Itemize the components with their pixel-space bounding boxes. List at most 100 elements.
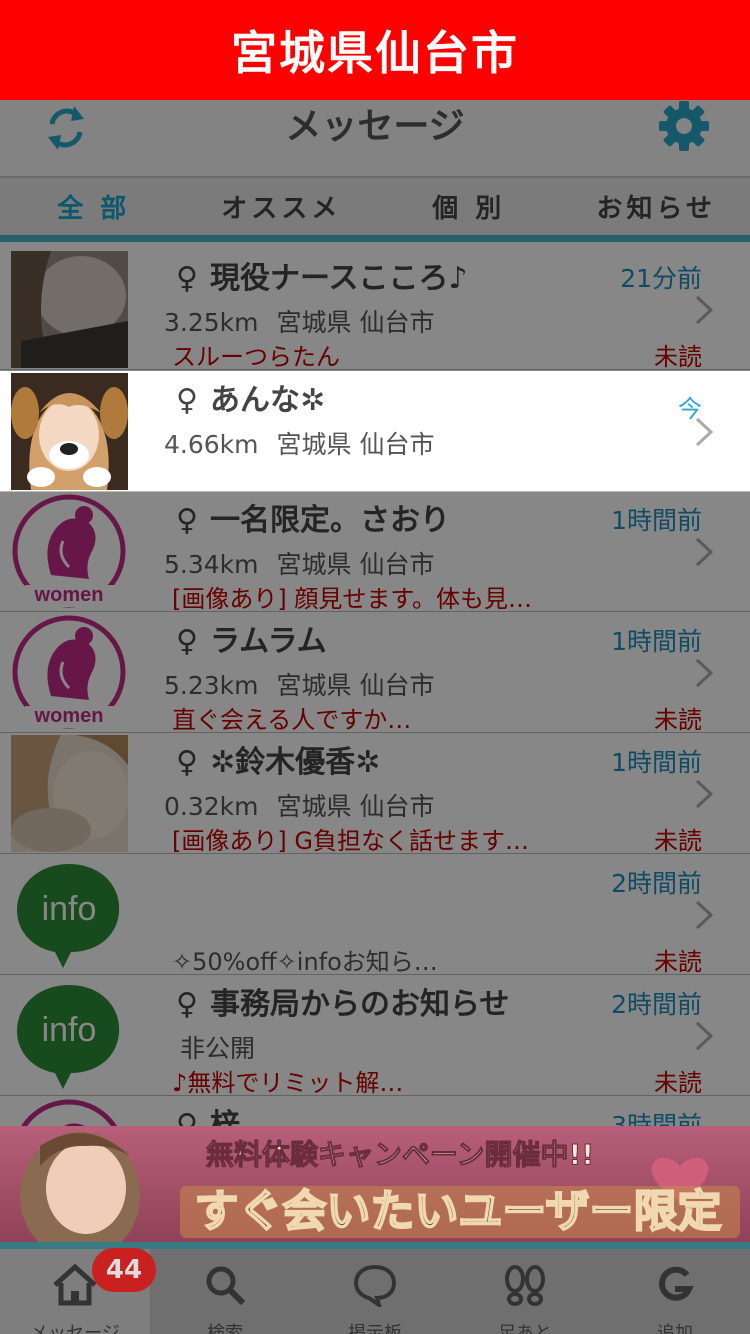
user-photo-avatar: [11, 251, 128, 368]
tab-label: 足あと: [498, 1323, 552, 1334]
sender-name-text: 梓: [209, 1108, 240, 1126]
women-label: women: [34, 584, 104, 606]
chevron-right-icon: [695, 417, 714, 447]
chevron-right-icon: [695, 779, 714, 809]
chevron-right-icon: [695, 295, 714, 325]
info-label: info: [42, 890, 97, 928]
distance: 4.66km: [164, 430, 259, 459]
sender-name-text: 一名限定。さおり: [209, 503, 450, 538]
distance: 5.34km: [164, 550, 259, 579]
message-row[interactable]: women ♀ 一名限定。さおり 5.34km 宮城県 仙台市 [画像あり] 顔見せ…: [0, 491, 750, 613]
message-preview: 直ぐ会える人ですか…: [172, 706, 412, 734]
user-photo-avatar: [11, 735, 128, 852]
location-text: 宮城県 仙台市: [276, 671, 435, 700]
unread-badge: 未読: [654, 1069, 702, 1097]
tab-individual[interactable]: 個 別: [375, 178, 563, 235]
avatar: info: [11, 977, 128, 1094]
message-preview: [画像あり] 顔見せます。体も見…: [172, 585, 532, 613]
message-row[interactable]: info ♀ 事務局からのお知らせ 非公開 ♪無料でリミット解… 2時間前 未読: [0, 975, 750, 1097]
avatar: women: [11, 493, 128, 610]
women-default-avatar: [11, 1098, 128, 1126]
sender-name-text: 事務局からのお知らせ: [209, 987, 510, 1022]
tab-all[interactable]: 全 部: [0, 178, 188, 235]
search-icon: [206, 1266, 246, 1306]
nav-header: メッセージ: [0, 100, 750, 178]
g-icon: [659, 1266, 694, 1301]
unread-badge: 未読: [654, 948, 702, 976]
speech-bubble-icon: [353, 1264, 397, 1307]
tab-footprints[interactable]: 足あと: [450, 1249, 600, 1334]
message-time: 1時間前: [611, 627, 702, 656]
ad-image: 無料体験キャンペーン開催中!! すぐ会いたいユーザー限定: [0, 1126, 750, 1242]
tab-label: メッセージ: [30, 1323, 120, 1334]
unread-badge: 未読: [654, 827, 702, 855]
tab-label: 掲示板: [348, 1323, 402, 1334]
unread-count-badge: 44: [92, 1248, 156, 1292]
female-icon: ♀: [176, 624, 198, 659]
location-text: 宮城県 仙台市: [276, 792, 435, 821]
message-preview: [画像あり] G負担なく話せます…: [172, 827, 529, 855]
women-default-avatar: women: [11, 493, 128, 610]
message-row[interactable]: women ♀ ラムラム 5.23km 宮城県 仙台市 直ぐ会える人ですか… 1時間…: [0, 612, 750, 734]
chevron-right-icon: [695, 658, 714, 688]
sender-name: ♀ あんな✲: [176, 375, 325, 419]
sender-name: ♀ 梓: [176, 1100, 240, 1126]
gear-icon[interactable]: [656, 98, 712, 154]
user-photo-avatar: [11, 373, 128, 490]
unread-badge: 未読: [654, 343, 702, 371]
sender-location: 5.34km 宮城県 仙台市: [164, 545, 434, 581]
highlighted-message-row[interactable]: ♀ あんな✲ 4.66km 宮城県 仙台市 今: [0, 371, 750, 492]
campaign-ad-banner[interactable]: 無料体験キャンペーン開催中!! すぐ会いたいユーザー限定: [0, 1126, 750, 1242]
distance: 0.32km: [164, 792, 259, 821]
tab-search[interactable]: 検索: [150, 1249, 300, 1334]
messages-screen: メッセージ 全 部 オススメ 個 別 お知らせ ♀ 現役ナースこころ♪ 3.25…: [0, 100, 750, 1334]
tab-label: 追加: [657, 1323, 693, 1334]
message-time: 3時間前: [611, 1111, 702, 1126]
sender-name: ♀ ✲鈴木優香✲: [176, 737, 380, 781]
chevron-right-icon: [695, 537, 714, 567]
tab-board[interactable]: 掲示板: [300, 1249, 450, 1334]
region-banner: 宮城県仙台市: [0, 0, 750, 100]
distance: 3.25km: [164, 308, 259, 337]
sender-location: 非公開: [180, 1034, 256, 1063]
sender-location: 4.66km 宮城県 仙台市: [164, 425, 434, 461]
footprints-icon: [505, 1265, 545, 1306]
message-time: 2時間前: [611, 869, 702, 898]
info-avatar: info: [11, 856, 128, 973]
location-text: 宮城県 仙台市: [276, 430, 435, 459]
avatar: [11, 373, 128, 490]
tab-label: 検索: [207, 1323, 243, 1334]
chevron-right-icon: [695, 1021, 714, 1051]
unread-badge: 未読: [654, 706, 702, 734]
message-preview: ♪無料でリミット解…: [172, 1069, 404, 1097]
message-row[interactable]: ♀ 梓 3時間前: [0, 1096, 750, 1126]
info-avatar: info: [11, 977, 128, 1094]
sender-location: 5.23km 宮城県 仙台市: [164, 666, 434, 702]
message-time: 21分前: [620, 264, 702, 293]
sender-name-text: ラムラム: [209, 624, 327, 659]
female-icon: ♀: [176, 1108, 198, 1126]
avatar: [11, 735, 128, 852]
message-row[interactable]: ♀ 現役ナースこころ♪ 3.25km 宮城県 仙台市 スルーつらたん 21分前 未読: [0, 249, 750, 371]
ad-line-2: すぐ会いたいユーザー限定: [194, 1186, 721, 1237]
location-text: 宮城県 仙台市: [276, 308, 435, 337]
message-time: 2時間前: [611, 990, 702, 1019]
message-row[interactable]: ♀ ✲鈴木優香✲ 0.32km 宮城県 仙台市 [画像あり] G負担なく話せます… …: [0, 733, 750, 855]
tab-notices[interactable]: お知らせ: [563, 178, 750, 235]
tab-recommended[interactable]: オススメ: [188, 178, 376, 235]
sender-name: ♀ ラムラム: [176, 616, 327, 660]
women-label: women: [34, 705, 104, 727]
women-default-avatar: women: [11, 614, 128, 731]
sender-name-text: あんな✲: [209, 383, 326, 418]
message-row[interactable]: info ✧50%off✧infoお知ら… 2時間前 未読: [0, 854, 750, 976]
message-preview: スルーつらたん: [172, 343, 340, 371]
message-time: 1時間前: [611, 748, 702, 777]
avatar: women: [11, 614, 128, 731]
chevron-right-icon: [695, 900, 714, 930]
sender-name-text: ✲鈴木優香✲: [209, 745, 381, 780]
tab-more[interactable]: 追加: [600, 1249, 750, 1334]
tab-messages[interactable]: 44 メッセージ: [0, 1248, 156, 1334]
distance: 5.23km: [164, 671, 259, 700]
message-preview: ✧50%off✧infoお知ら…: [172, 948, 438, 976]
avatar: [11, 1098, 128, 1126]
